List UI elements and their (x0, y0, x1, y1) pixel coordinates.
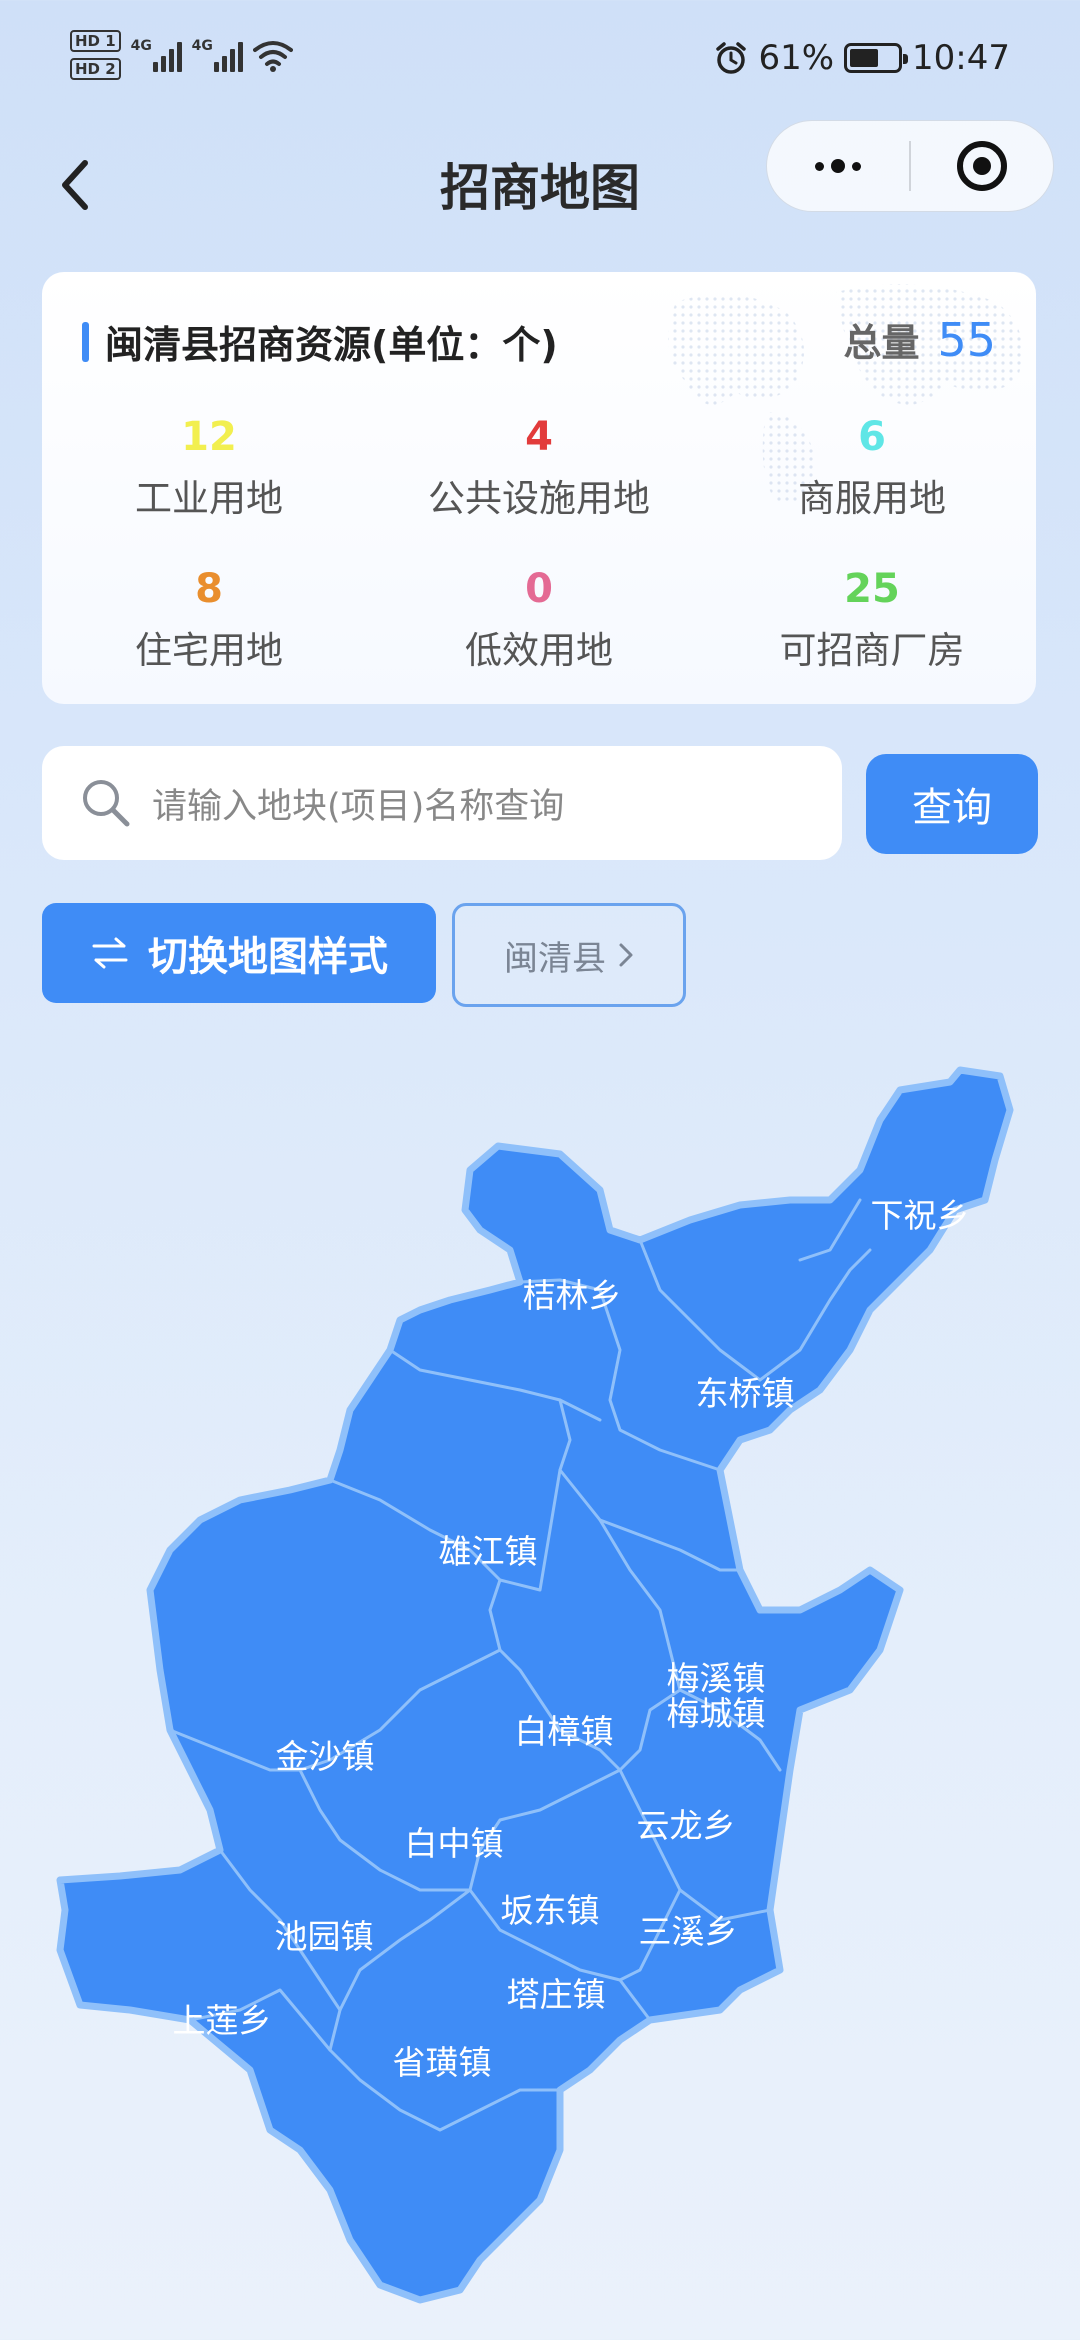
search-placeholder: 请输入地块(项目)名称查询 (152, 786, 565, 827)
battery-percent: 61% (758, 38, 835, 78)
stat-label: 工业用地 (135, 477, 283, 520)
chevron-right-icon (619, 943, 633, 967)
title-accent-bar (82, 321, 89, 362)
nav-bar: 招商地图 (0, 120, 1080, 250)
switch-map-style-label: 切换地图样式 (148, 934, 388, 980)
town-label-sanxi[interactable]: 三溪乡 (639, 1912, 738, 1951)
total-value: 55 (937, 313, 996, 367)
county-label: 闽清县 (504, 938, 606, 979)
network-type-1: 4G (130, 38, 152, 54)
stat-value: 12 (181, 414, 237, 460)
stat-value: 25 (844, 566, 900, 612)
switch-map-style-button[interactable]: 切换地图样式 (42, 903, 436, 1003)
search-input[interactable]: 请输入地块(项目)名称查询 (42, 746, 842, 860)
town-label-jielin[interactable]: 桔林乡 (523, 1276, 622, 1315)
alarm-icon (716, 42, 747, 74)
county-map-svg[interactable]: 下祝乡 桔林乡 东桥镇 雄江镇 梅溪镇 梅城镇 白樟镇 金沙镇 云龙乡 白中镇 … (0, 1050, 1080, 2340)
battery-level (850, 49, 879, 67)
close-mini-program-button[interactable] (911, 121, 1053, 211)
town-label-bandong[interactable]: 坂东镇 (501, 1891, 600, 1930)
stat-value: 0 (525, 566, 553, 612)
county-selector-button[interactable]: 闽清县 (452, 903, 686, 1007)
wifi-icon (252, 41, 293, 72)
status-right: 61% 10:47 (714, 38, 1010, 78)
stat-value: 8 (195, 566, 223, 612)
stat-value: 4 (525, 414, 553, 460)
stats-card: 闽清县招商资源(单位：个) 总量 55 12 工业用地 4 公共设施用地 6 商… (42, 272, 1036, 704)
town-label-chiyuan[interactable]: 池园镇 (275, 1917, 374, 1956)
stats-title: 闽清县招商资源(单位：个) (105, 323, 558, 367)
more-dots-icon (815, 159, 861, 173)
town-label-xiazhu[interactable]: 下祝乡 (871, 1196, 970, 1235)
status-left: HD 1 HD 2 4G 4G (70, 30, 293, 80)
town-label-baizhong[interactable]: 白中镇 (405, 1824, 504, 1863)
stat-label: 低效用地 (465, 629, 613, 672)
stat-label: 可招商厂房 (779, 629, 965, 672)
stat-low-efficiency-land[interactable]: 0 低效用地 (389, 564, 689, 674)
network-type-2: 4G (191, 38, 213, 54)
signal-icon-2: 4G (192, 38, 243, 72)
search-icon (83, 780, 130, 827)
town-label-jinsha[interactable]: 金沙镇 (276, 1737, 375, 1776)
town-label-tazhuang[interactable]: 塔庄镇 (507, 1975, 606, 2014)
town-label-shanglian[interactable]: 上莲乡 (173, 2001, 272, 2040)
town-label-baizhang[interactable]: 白樟镇 (515, 1712, 614, 1751)
clock: 10:47 (912, 38, 1010, 78)
mini-program-capsule (766, 120, 1054, 212)
status-bar: HD 1 HD 2 4G 4G 61% 10:47 (0, 0, 1080, 120)
town-label-meicheng[interactable]: 梅城镇 (667, 1694, 766, 1733)
stat-public-facility-land[interactable]: 4 公共设施用地 (389, 412, 689, 522)
signal-icon: 4G (131, 38, 182, 72)
swap-arrows-icon (92, 937, 128, 969)
stat-residential-land[interactable]: 8 住宅用地 (59, 564, 359, 674)
total-label: 总量 (843, 321, 920, 365)
town-label-yunlong[interactable]: 云龙乡 (637, 1806, 736, 1845)
town-label-meixi[interactable]: 梅溪镇 (667, 1659, 766, 1698)
stat-label: 商服用地 (798, 477, 946, 520)
town-label-xiongjiang[interactable]: 雄江镇 (439, 1532, 538, 1571)
stat-value: 6 (858, 414, 886, 460)
more-button[interactable] (767, 121, 909, 211)
stat-factory[interactable]: 25 可招商厂房 (722, 564, 1022, 674)
total-summary: 总量 55 (843, 312, 996, 367)
stats-header: 闽清县招商资源(单位：个) (82, 314, 558, 369)
target-icon (957, 141, 1007, 191)
hd-indicators: HD 1 HD 2 (70, 30, 121, 80)
query-button[interactable]: 查询 (866, 754, 1038, 854)
stat-industrial-land[interactable]: 12 工业用地 (59, 412, 359, 522)
battery-icon (844, 43, 909, 73)
town-label-dongqiao[interactable]: 东桥镇 (696, 1374, 795, 1413)
stat-label: 公共设施用地 (428, 477, 650, 520)
hd2-badge: HD 2 (70, 58, 121, 80)
stat-commercial-land[interactable]: 6 商服用地 (722, 412, 1022, 522)
county-map[interactable]: 下祝乡 桔林乡 东桥镇 雄江镇 梅溪镇 梅城镇 白樟镇 金沙镇 云龙乡 白中镇 … (0, 1050, 1080, 2340)
hd1-badge: HD 1 (70, 30, 121, 52)
town-label-shenghuang[interactable]: 省璜镇 (393, 2043, 492, 2082)
stat-label: 住宅用地 (135, 629, 283, 672)
